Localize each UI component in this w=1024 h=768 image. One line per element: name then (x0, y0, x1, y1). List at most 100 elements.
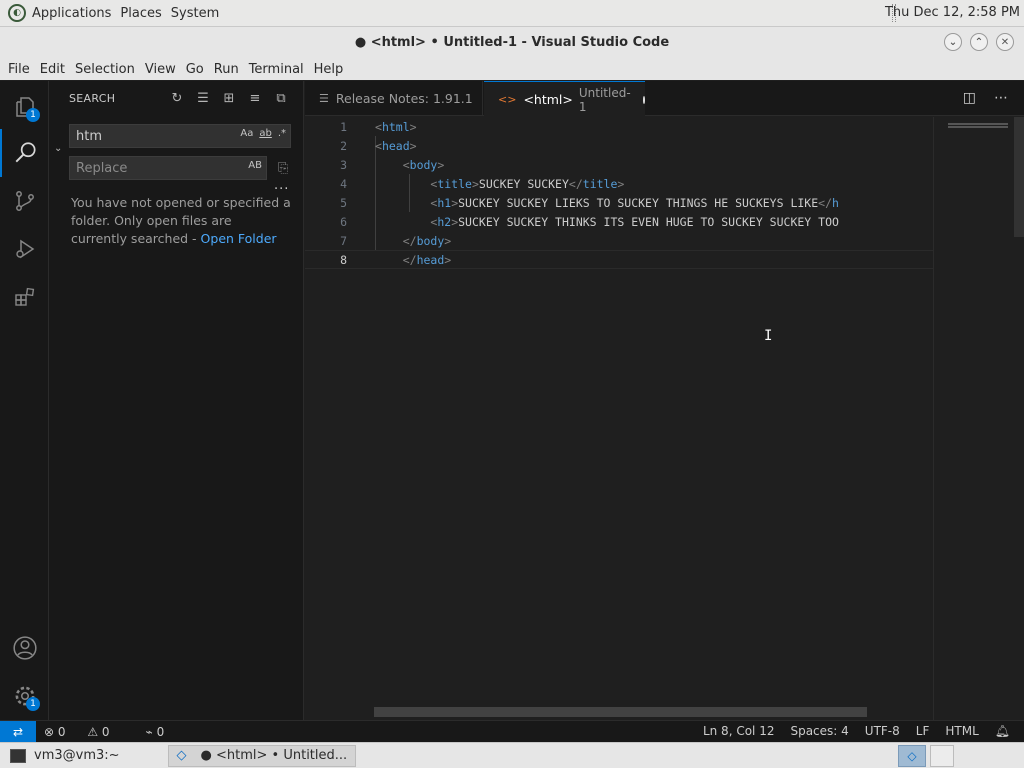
code-text: <title>SUCKEY SUCKEY</title> (430, 176, 625, 191)
manage-button[interactable]: 1 (0, 672, 49, 720)
vertical-scrollbar[interactable] (1014, 117, 1024, 237)
menu-file[interactable]: File (8, 62, 30, 77)
clear-results-icon[interactable]: ☰ (195, 90, 211, 106)
maximize-button[interactable]: ⌃ (970, 33, 988, 51)
workspace-1[interactable]: ◇ (898, 745, 926, 767)
minimap[interactable] (933, 117, 1024, 720)
menubar: File Edit Selection View Go Run Terminal… (0, 58, 1024, 80)
window-title: ● <html> • Untitled-1 - Visual Studio Co… (354, 35, 670, 50)
code-line[interactable]: 5 <h1>SUCKEY SUCKEY LIEKS TO SUCKEY THIN… (305, 193, 933, 212)
code-line[interactable]: 1 <html> (305, 117, 933, 136)
code-line[interactable]: 6 <h2>SUCKEY SUCKEY THINKS ITS EVEN HUGE… (305, 212, 933, 231)
code-line[interactable]: 4 <title>SUCKEY SUCKEY</title> (305, 174, 933, 193)
tab-release-notes[interactable]: ☰ Release Notes: 1.91.1 (305, 81, 483, 116)
settings-badge: 1 (26, 697, 40, 711)
search-actions: ↻ ☰ ⊞ ≡ ⧉ (159, 90, 289, 106)
tab-sublabel: Untitled-1 (578, 85, 631, 114)
search-input-box[interactable]: Aa ab .* (69, 124, 291, 148)
new-search-editor-icon[interactable]: ⊞ (221, 90, 237, 106)
gnome-logo-icon[interactable]: ◐ (8, 4, 26, 22)
indentation[interactable]: Spaces: 4 (790, 724, 848, 738)
code-text: <body> (402, 157, 445, 172)
remote-indicator-icon[interactable]: ⇄ (0, 720, 36, 743)
menu-help[interactable]: Help (314, 62, 344, 77)
run-debug-icon (15, 239, 34, 259)
language-mode[interactable]: HTML (945, 724, 978, 738)
ports-status[interactable]: ⌁ 0 (146, 725, 183, 739)
clock[interactable]: Thu Dec 12, 2:58 PM (885, 5, 1020, 20)
menu-view[interactable]: View (145, 62, 176, 77)
editor-area: ☰ Release Notes: 1.91.1 <> <html> Untitl… (305, 81, 1024, 720)
menu-terminal[interactable]: Terminal (249, 62, 304, 77)
view-as-tree-icon[interactable]: ≡ (247, 90, 263, 106)
editor-tabs: ☰ Release Notes: 1.91.1 <> <html> Untitl… (305, 81, 1024, 117)
end-of-line[interactable]: LF (916, 724, 930, 738)
line-number: 1 (340, 119, 347, 134)
taskbar-label: vm3@vm3:~ (34, 748, 120, 763)
search-button[interactable] (0, 129, 49, 177)
taskbar-label: ● <html> • Untitled... (200, 748, 348, 763)
account-icon (12, 636, 37, 660)
minimap-line (948, 126, 1008, 128)
terminal-icon (10, 748, 26, 763)
preserve-case-toggle[interactable]: AB (248, 160, 262, 171)
code-line[interactable]: 7 </body> (305, 231, 933, 250)
code-line[interactable]: 8 </head> (305, 250, 933, 269)
tab-label: Release Notes: 1.91.1 (335, 91, 473, 106)
accounts-button[interactable] (0, 624, 49, 672)
toggle-details-button[interactable]: ... (274, 178, 289, 193)
horizontal-scrollbar[interactable] (374, 707, 867, 717)
search-sidebar: SEARCH ↻ ☰ ⊞ ≡ ⧉ ⌄ Aa ab .* AB ⎘ ... You… (49, 81, 304, 720)
minimap-line (948, 123, 1008, 125)
workspace-2[interactable] (930, 745, 954, 767)
match-whole-word-toggle[interactable]: ab (259, 128, 271, 139)
collapse-all-icon[interactable]: ⧉ (273, 90, 289, 106)
menu-selection[interactable]: Selection (75, 62, 135, 77)
system-menu[interactable]: System (171, 6, 219, 21)
code-text: </head> (402, 252, 452, 267)
open-folder-link[interactable]: Open Folder (201, 231, 277, 246)
notifications-bell-icon[interactable]: 🔔︎ (995, 724, 1010, 738)
applications-menu[interactable]: Applications (32, 6, 111, 21)
explorer-button[interactable]: 1 (0, 83, 49, 131)
code-line[interactable]: 3 <body> (305, 155, 933, 174)
more-actions-icon[interactable]: ⋯ (994, 90, 1008, 106)
match-case-toggle[interactable]: Aa (240, 128, 253, 139)
warning-count: 0 (101, 724, 110, 739)
replace-input[interactable] (76, 161, 216, 176)
minimize-button[interactable]: ⌄ (944, 33, 962, 51)
code-text: <html> (375, 119, 417, 134)
refresh-icon[interactable]: ↻ (169, 90, 185, 106)
menu-run[interactable]: Run (214, 62, 239, 77)
tab-label: <html> (523, 92, 573, 107)
text-cursor-icon: I (764, 328, 773, 344)
problems-status[interactable]: ⊗ 0 ⚠ 0 (44, 725, 128, 739)
search-input[interactable] (76, 129, 216, 144)
replace-input-box[interactable]: AB (69, 156, 267, 180)
taskbar-terminal[interactable]: vm3@vm3:~ (2, 745, 128, 767)
encoding[interactable]: UTF-8 (865, 724, 900, 738)
replace-all-icon[interactable]: ⎘ (278, 161, 288, 176)
close-button[interactable]: ✕ (996, 33, 1014, 51)
toggle-replace-chevron-icon[interactable]: ⌄ (54, 143, 62, 154)
taskbar: vm3@vm3:~ ◇ ● <html> • Untitled... ◇ (0, 742, 1024, 768)
menu-go[interactable]: Go (186, 62, 204, 77)
ports-count: 0 (156, 724, 165, 739)
window-titlebar: ● <html> • Untitled-1 - Visual Studio Co… (0, 27, 1024, 58)
tab-untitled-1[interactable]: <> <html> Untitled-1 (484, 81, 645, 117)
unsaved-dot-icon[interactable] (642, 95, 645, 104)
release-notes-icon: ☰ (319, 92, 329, 105)
menu-edit[interactable]: Edit (40, 62, 65, 77)
sidebar-title: SEARCH (69, 92, 116, 105)
error-count: 0 (57, 724, 66, 739)
code-line[interactable]: 2 <head> (305, 136, 933, 155)
split-editor-icon[interactable]: ◫ (963, 90, 976, 106)
places-menu[interactable]: Places (120, 6, 161, 21)
use-regex-toggle[interactable]: .* (278, 128, 286, 139)
run-debug-button[interactable] (0, 225, 49, 273)
taskbar-vscode[interactable]: ◇ ● <html> • Untitled... (167, 744, 357, 767)
extensions-button[interactable] (0, 273, 49, 321)
code-editor[interactable]: 1 <html> 2 <head> 3 <body> 4 <title>SUCKEY SU… (305, 117, 933, 720)
cursor-position[interactable]: Ln 8, Col 12 (703, 724, 775, 738)
source-control-button[interactable] (0, 177, 49, 225)
